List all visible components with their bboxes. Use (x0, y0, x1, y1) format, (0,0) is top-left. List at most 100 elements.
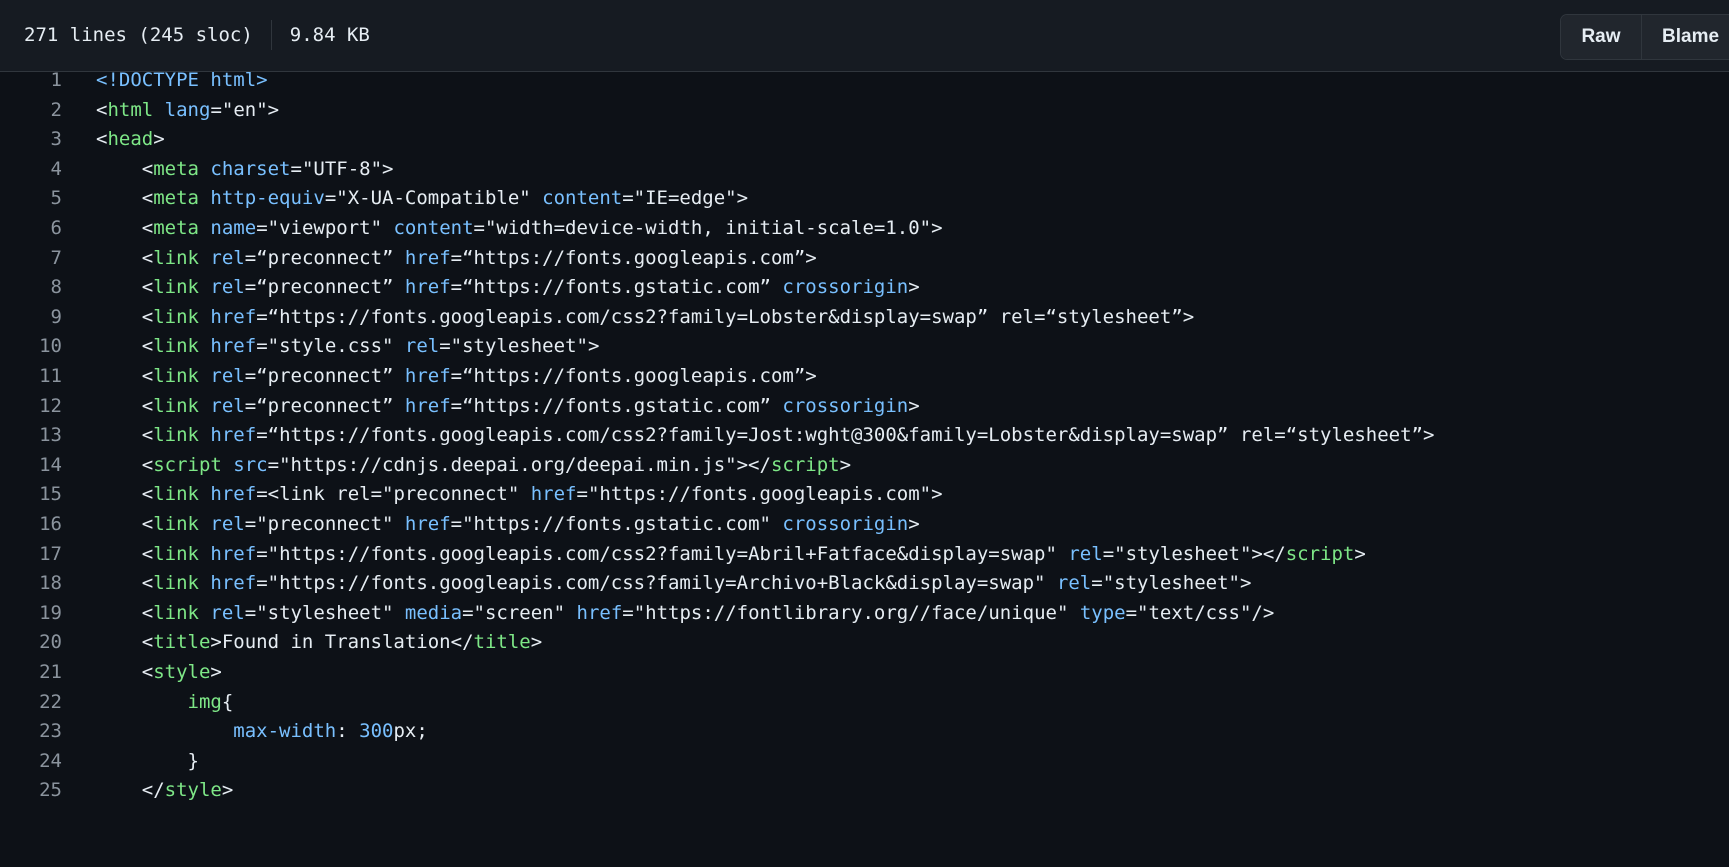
line-number[interactable]: 4 (0, 155, 62, 185)
code-token: ="preconnect" (244, 513, 405, 535)
code-token: media (404, 601, 463, 624)
line-number[interactable]: 20 (0, 628, 62, 658)
code-token: href (404, 365, 451, 387)
line-content: <link rel=“preconnect” href=“https://fon… (96, 362, 817, 392)
code-line: 12 <link rel=“preconnect” href=“https://… (0, 392, 1729, 422)
line-number[interactable]: 18 (0, 569, 62, 599)
code-token: img (187, 690, 222, 713)
code-token: =“preconnect” (244, 246, 405, 269)
code-token: charset (210, 157, 291, 180)
code-token: max-width (233, 720, 337, 743)
code-line: 25 </style> (0, 776, 1729, 806)
code-token: src (233, 453, 268, 476)
code-line: 9 <link href=“https://fonts.googleapis.c… (0, 303, 1729, 333)
code-line: 1 <!DOCTYPE html> (0, 72, 1729, 96)
code-token: < (96, 542, 154, 565)
code-line: 4 <meta charset="UTF-8"> (0, 155, 1729, 185)
code-token: rel (1056, 572, 1092, 595)
line-number[interactable]: 8 (0, 273, 62, 303)
code-token: rel (210, 513, 245, 535)
code-token: ="X-UA-Compatible" (324, 187, 543, 210)
line-number[interactable]: 2 (0, 96, 62, 126)
code-token: ="en"> (210, 98, 280, 121)
code-token: =<link rel="preconnect" (256, 483, 531, 506)
code-line: 2 <html lang="en"> (0, 96, 1729, 126)
code-token: ="UTF-8"> (290, 157, 394, 180)
code-token: <!DOCTYPE html> (96, 72, 268, 91)
line-number[interactable]: 17 (0, 540, 62, 570)
code-token: link (153, 394, 199, 417)
code-token: content (393, 217, 474, 239)
code-token: =“https://fonts.googleapis.com”> (450, 365, 817, 387)
code-token: rel (210, 394, 245, 417)
code-token: ="screen" (462, 601, 577, 624)
line-number[interactable]: 21 (0, 658, 62, 688)
line-number[interactable]: 19 (0, 599, 62, 629)
line-number[interactable]: 7 (0, 244, 62, 274)
code-line: 24 } (0, 747, 1729, 777)
code-line: 23 max-width: 300px; (0, 717, 1729, 747)
line-number[interactable]: 3 (0, 125, 62, 155)
line-number[interactable]: 25 (0, 776, 62, 806)
line-content: <link rel="preconnect" href="https://fon… (96, 510, 920, 540)
line-number[interactable]: 16 (0, 510, 62, 540)
line-number[interactable]: 12 (0, 392, 62, 422)
code-token: < (96, 661, 154, 683)
code-token: rel (210, 246, 245, 269)
line-number[interactable]: 23 (0, 717, 62, 747)
code-line: 19 <link rel="stylesheet" media="screen"… (0, 599, 1729, 629)
code-token: script (770, 453, 840, 476)
code-line: 20 <title>Found in Translation</title> (0, 628, 1729, 658)
code-token: > (839, 453, 852, 476)
blame-button[interactable]: Blame (1642, 15, 1729, 59)
line-number[interactable]: 24 (0, 747, 62, 777)
code-token: lang (164, 98, 211, 121)
line-number[interactable]: 14 (0, 451, 62, 481)
code-token: > (908, 276, 920, 299)
code-token: rel (404, 335, 440, 358)
line-number[interactable]: 9 (0, 303, 62, 333)
line-number[interactable]: 1 (0, 72, 62, 96)
line-number[interactable]: 6 (0, 214, 62, 244)
code-token: < (96, 98, 108, 121)
code-token: ="stylesheet"> (439, 335, 600, 358)
line-number[interactable]: 15 (0, 480, 62, 510)
code-line: 18 <link href="https://fonts.googleapis.… (0, 569, 1729, 599)
raw-button[interactable]: Raw (1561, 15, 1642, 59)
line-number[interactable]: 5 (0, 184, 62, 214)
code-token: < (96, 453, 154, 476)
divider (270, 20, 272, 50)
code-token: href (404, 513, 451, 535)
code-token: href (210, 572, 257, 595)
line-number[interactable]: 11 (0, 362, 62, 392)
code-token: meta (153, 157, 199, 180)
line-content: <meta name="viewport" content="width=dev… (96, 214, 943, 244)
code-view[interactable]: 1 <!DOCTYPE html> 2 <html lang="en"> 3 <head>… (0, 72, 1729, 867)
code-token: >Found in Translation</ (210, 631, 474, 654)
line-content: <html lang="en"> (96, 96, 279, 126)
code-token: title (473, 631, 531, 654)
code-token: > (908, 394, 920, 417)
line-number[interactable]: 22 (0, 688, 62, 718)
line-content: <link href=“https://fonts.googleapis.com… (96, 421, 1435, 451)
code-token: =“https://fonts.googleapis.com”> (450, 246, 817, 269)
code-line: 5 <meta http-equiv="X-UA-Compatible" con… (0, 184, 1729, 214)
line-number[interactable]: 10 (0, 332, 62, 362)
line-content: <title>Found in Translation</title> (96, 628, 542, 658)
line-number[interactable]: 13 (0, 421, 62, 451)
file-actions: Raw Blame (1560, 14, 1729, 60)
code-token: type (1079, 601, 1126, 624)
code-token: meta (153, 217, 199, 239)
code-token: < (96, 276, 154, 299)
code-token: href (576, 601, 623, 624)
code-line: 17 <link href="https://fonts.googleapis.… (0, 540, 1729, 570)
